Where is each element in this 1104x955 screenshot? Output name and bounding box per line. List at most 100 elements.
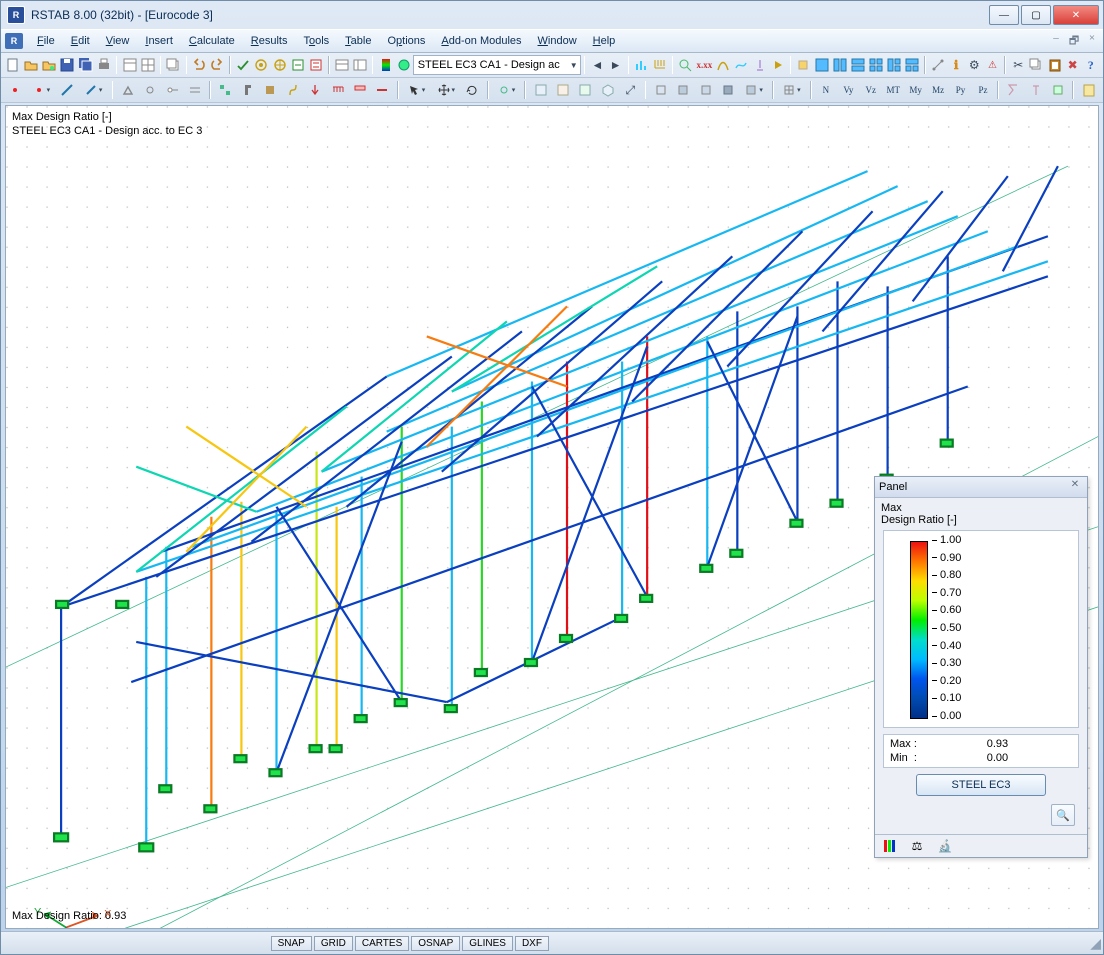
grid-display-icon[interactable] [778, 79, 806, 101]
tables-icon[interactable] [140, 54, 156, 76]
zoom-window-icon[interactable] [677, 54, 693, 76]
units-icon[interactable]: ⚠ [984, 54, 1000, 76]
cross-section-icon[interactable] [238, 79, 258, 101]
view-z-icon[interactable] [575, 79, 595, 101]
load-member-icon[interactable] [327, 79, 347, 101]
menu-calculate[interactable]: Calculate [181, 30, 243, 52]
render-solid-icon[interactable] [673, 79, 693, 101]
show-n-icon[interactable]: N [816, 79, 836, 101]
results-tables-icon[interactable] [334, 54, 350, 76]
status-toggle-dxf[interactable]: DXF [515, 936, 549, 951]
copy-icon[interactable] [1028, 54, 1044, 76]
show-mt-icon[interactable]: MT [883, 79, 903, 101]
render-wireframe-icon[interactable] [650, 79, 670, 101]
member-icon[interactable] [57, 79, 77, 101]
panel-titlebar[interactable]: Panel ✕ [875, 477, 1087, 498]
cut-icon[interactable]: ✂ [1010, 54, 1026, 76]
resize-grip-icon[interactable]: ◢ [1090, 935, 1101, 952]
menu-results[interactable]: Results [243, 30, 296, 52]
material-icon[interactable] [260, 79, 280, 101]
menu-tools[interactable]: Tools [295, 30, 337, 52]
delete-icon[interactable]: ✖ [1065, 54, 1081, 76]
arrange-2-icon[interactable] [832, 54, 848, 76]
clipboard-result-icon[interactable] [1078, 79, 1098, 101]
next-case-icon[interactable]: ► [608, 54, 624, 76]
menu-options[interactable]: Options [379, 30, 433, 52]
window-maximize-button[interactable]: ▢ [1021, 5, 1051, 25]
view-iso-icon[interactable] [598, 79, 618, 101]
menu-insert[interactable]: Insert [137, 30, 181, 52]
panel-tab-colorbar-icon[interactable] [881, 838, 897, 854]
show-vy-icon[interactable]: Vy [838, 79, 858, 101]
measure-icon[interactable] [930, 54, 946, 76]
load-node-icon[interactable] [305, 79, 325, 101]
menu-addon-modules[interactable]: Add-on Modules [433, 30, 529, 52]
panel-zoom-button[interactable]: 🔍 [1051, 804, 1075, 826]
arrange-1-icon[interactable] [814, 54, 830, 76]
copy-view-icon[interactable] [165, 54, 181, 76]
view-x-icon[interactable] [530, 79, 550, 101]
input-tables-icon[interactable] [352, 54, 368, 76]
menu-file[interactable]: File [29, 30, 63, 52]
menu-edit[interactable]: Edit [63, 30, 98, 52]
menu-help[interactable]: Help [585, 30, 624, 52]
status-toggle-snap[interactable]: SNAP [271, 936, 312, 951]
load-line-icon[interactable] [372, 79, 392, 101]
load-cases-icon[interactable] [290, 54, 306, 76]
node-icon[interactable] [5, 79, 25, 101]
supports-react-icon[interactable] [751, 54, 767, 76]
smooth-icon[interactable] [733, 54, 749, 76]
menu-table[interactable]: Table [337, 30, 379, 52]
show-mz-icon[interactable]: Mz [928, 79, 948, 101]
set-icon[interactable] [215, 79, 235, 101]
arrange-6-icon[interactable] [904, 54, 920, 76]
mdi-close-button[interactable]: × [1085, 32, 1099, 51]
save-icon[interactable] [59, 54, 75, 76]
values-icon[interactable]: x.xx [695, 54, 713, 76]
color-scale-icon[interactable] [377, 54, 393, 76]
show-pz-icon[interactable]: Pz [973, 79, 993, 101]
module-button[interactable]: STEEL EC3 [916, 774, 1046, 796]
status-toggle-grid[interactable]: GRID [314, 936, 353, 951]
show-sigma-icon[interactable] [1003, 79, 1023, 101]
loads-toggle-icon[interactable] [795, 54, 811, 76]
show-py-icon[interactable]: Py [950, 79, 970, 101]
check-model-icon[interactable] [235, 54, 251, 76]
arrange-3-icon[interactable] [850, 54, 866, 76]
menu-window[interactable]: Window [530, 30, 585, 52]
panel-tab-scale-icon[interactable]: ⚖ [909, 838, 925, 854]
open-project-icon[interactable] [41, 54, 57, 76]
query-icon[interactable]: ℹ [948, 54, 964, 76]
prev-case-icon[interactable]: ◄ [589, 54, 605, 76]
mdi-restore-button[interactable]: 🗗 [1067, 32, 1081, 51]
new-icon[interactable] [5, 54, 21, 76]
undo-icon[interactable] [191, 54, 207, 76]
open-icon[interactable] [23, 54, 39, 76]
project-navigator-icon[interactable] [121, 54, 137, 76]
place-node-icon[interactable] [27, 79, 55, 101]
load-area-icon[interactable] [350, 79, 370, 101]
save-all-icon[interactable] [78, 54, 94, 76]
show-design-icon[interactable] [1048, 79, 1068, 101]
show-results-icon[interactable] [633, 54, 649, 76]
place-member-icon[interactable] [80, 79, 108, 101]
member-ecc-icon[interactable] [185, 79, 205, 101]
menu-view[interactable]: View [98, 30, 138, 52]
status-toggle-osnap[interactable]: OSNAP [411, 936, 460, 951]
view-y-icon[interactable] [553, 79, 573, 101]
select-icon[interactable] [403, 79, 431, 101]
mdi-minimize-button[interactable]: – [1049, 32, 1063, 51]
viewport[interactable]: Max Design Ratio [-] STEEL EC3 CA1 - Des… [5, 105, 1099, 929]
show-loads-icon[interactable] [652, 54, 668, 76]
render-trans-icon[interactable] [695, 79, 715, 101]
app-menu-icon[interactable]: R [5, 33, 23, 49]
result-case-combo[interactable]: STEEL EC3 CA1 - Design ac▼ [413, 55, 581, 75]
deformation-icon[interactable] [715, 54, 731, 76]
calc-all-icon[interactable] [253, 54, 269, 76]
help-icon[interactable]: ? [1083, 54, 1099, 76]
panel-tab-filter-icon[interactable]: 🔬 [937, 838, 953, 854]
window-close-button[interactable]: ✕ [1053, 5, 1099, 25]
panel-close-button[interactable]: ✕ [1067, 479, 1083, 495]
member-hinge-icon[interactable] [140, 79, 160, 101]
rotate-icon[interactable] [462, 79, 482, 101]
